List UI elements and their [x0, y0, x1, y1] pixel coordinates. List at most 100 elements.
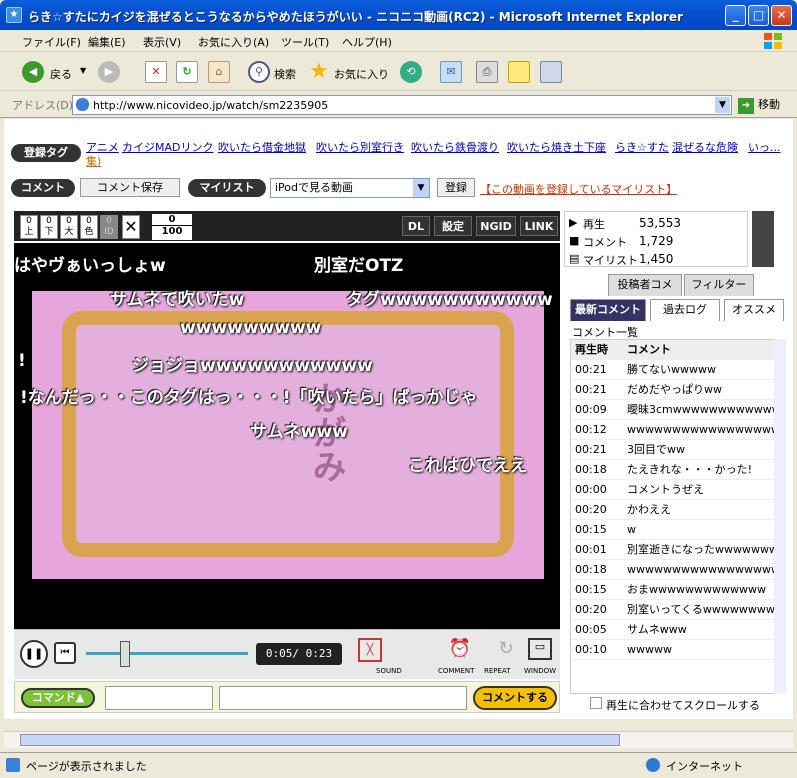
minimize-button[interactable]: _: [725, 5, 746, 26]
menu-edit[interactable]: 編集(E): [88, 34, 126, 50]
address-input[interactable]: http://www.nicovideo.jp/watch/sm2235905 …: [72, 95, 732, 115]
rewind-icon[interactable]: ⏮: [54, 642, 76, 664]
address-bar: アドレス(D) http://www.nicovideo.jp/watch/sm…: [0, 92, 797, 118]
comment-row[interactable]: 00:09 曖昧3cmwwwwwwwwwwwwwww: [571, 400, 779, 420]
comment-time: 00:18: [575, 563, 607, 576]
link-button[interactable]: LINK: [520, 216, 558, 236]
comment-row[interactable]: 00:15 w: [571, 520, 779, 540]
fraction-display: 0 100: [152, 214, 192, 240]
favorites-button-label[interactable]: お気に入り: [334, 66, 389, 82]
position-top-button[interactable]: 0 上: [20, 215, 38, 239]
comment-row[interactable]: 00:21 だめだやっぱりww: [571, 380, 779, 400]
menu-tools[interactable]: ツール(T): [281, 34, 329, 50]
register-button[interactable]: 登録: [437, 178, 475, 197]
comment-input[interactable]: [219, 686, 467, 710]
favorites-star-icon[interactable]: ★: [308, 61, 330, 83]
tag-link[interactable]: カイジMADリンク: [122, 139, 214, 155]
back-dropdown-icon[interactable]: ▼: [80, 66, 86, 75]
comment-label: COMMENT: [438, 667, 475, 675]
tag-link[interactable]: 吹いたら焼き土下座: [507, 139, 606, 155]
comment-toggle-icon[interactable]: ⏰: [446, 638, 474, 662]
horizontal-scrollbar[interactable]: [4, 731, 793, 748]
comment-row[interactable]: 00:20 別室いってくるwwwwwwww: [571, 600, 779, 620]
comment-row[interactable]: 00:21 勝てないwwwww: [571, 360, 779, 380]
repeat-icon[interactable]: ↻: [492, 638, 520, 662]
history-icon[interactable]: ⟲: [400, 61, 422, 83]
address-dropdown-icon[interactable]: ▼: [715, 97, 730, 113]
comment-row[interactable]: 00:10 wwwww: [571, 640, 779, 660]
tab-uploader-comment[interactable]: 投稿者コメ: [608, 274, 682, 296]
tab-recommend[interactable]: オススメ: [724, 299, 784, 321]
scroll-sync-checkbox[interactable]: [590, 697, 602, 709]
research-icon[interactable]: [540, 61, 562, 83]
stop-icon[interactable]: ✕: [145, 61, 167, 83]
note-icon[interactable]: [508, 61, 530, 83]
print-icon[interactable]: ⎙: [476, 61, 498, 83]
color-button[interactable]: 0 色: [80, 215, 98, 239]
size-big-button[interactable]: 0 大: [60, 215, 78, 239]
comment-row[interactable]: 00:21 3回目でww: [571, 440, 779, 460]
tag-link[interactable]: 吹いたら鉄骨渡り: [411, 139, 499, 155]
command-button[interactable]: コマンド▲: [21, 688, 95, 708]
video-area[interactable]: かがみ はやヴぁいっしょw 別室だOTZ サムネで吹いたw タグwwwwwwww…: [14, 243, 560, 629]
comment-row[interactable]: 00:05 サムネwww: [571, 620, 779, 640]
go-button[interactable]: ➜ 移動: [738, 96, 780, 114]
scroll-thumb[interactable]: [20, 734, 620, 746]
window-icon[interactable]: ▭: [528, 638, 552, 660]
pause-icon[interactable]: ❚❚: [20, 640, 48, 668]
search-icon[interactable]: ⚲: [248, 61, 270, 83]
sound-muted-icon[interactable]: ╳: [358, 638, 382, 662]
comment-time: 00:09: [575, 403, 607, 416]
seek-handle[interactable]: [120, 641, 130, 667]
download-button[interactable]: DL: [402, 216, 430, 236]
comment-row[interactable]: 00:00 コメントうぜえ: [571, 480, 779, 500]
submit-comment-button[interactable]: コメントする: [473, 686, 557, 710]
comment-time: 00:01: [575, 543, 607, 556]
back-button-label[interactable]: 戻る: [50, 66, 72, 82]
repeat-label: REPEAT: [484, 667, 511, 675]
ngid-button[interactable]: NGID: [476, 216, 516, 236]
comment-row[interactable]: 00:20 かわええ: [571, 500, 779, 520]
maximize-button[interactable]: □: [748, 5, 769, 26]
settings-button[interactable]: 設定: [434, 216, 472, 236]
tab-past-log[interactable]: 過去ログ: [650, 299, 720, 321]
window-title: らき☆すたにカイジを混ぜるとこうなるからやめたほうがいい - ニコニコ動画(RC…: [28, 10, 683, 24]
menu-view[interactable]: 表示(V): [143, 34, 181, 50]
forward-arrow-icon[interactable]: ▶: [98, 61, 120, 83]
mylist-select[interactable]: iPodで見る動画 ▼: [270, 178, 430, 198]
comment-row[interactable]: 00:18 wwwwwwwwwwwwwwwwwwwww: [571, 560, 779, 580]
menu-favorites[interactable]: お気に入り(A): [198, 34, 269, 50]
menu-help[interactable]: ヘルプ(H): [342, 34, 392, 50]
position-bottom-button[interactable]: 0 下: [40, 215, 58, 239]
home-icon[interactable]: ⌂: [208, 61, 230, 83]
danmaku-comment: wwwwwwwww: [180, 318, 322, 338]
tag-link[interactable]: 吹いたら借金地獄: [218, 139, 306, 155]
clear-icon[interactable]: ✕: [122, 215, 140, 239]
comment-row[interactable]: 00:15 おまwwwwwwwwwwwww: [571, 580, 779, 600]
mail-icon[interactable]: ✉: [440, 61, 462, 83]
save-comment-button[interactable]: コメント保存: [80, 178, 180, 197]
back-arrow-icon[interactable]: ◀: [22, 61, 44, 83]
tag-link[interactable]: いっ...: [748, 139, 781, 155]
id-button[interactable]: 0 ID: [100, 215, 118, 239]
mylist-link[interactable]: 【この動画を登録しているマイリスト】: [480, 181, 677, 197]
comment-text: wwwwwwwwwwwwwwwwwwwww: [627, 563, 779, 576]
close-button[interactable]: ✕: [771, 5, 792, 26]
command-input[interactable]: [105, 686, 213, 710]
tab-filter[interactable]: フィルター: [684, 274, 754, 296]
seek-bar[interactable]: [86, 652, 248, 655]
comment-row[interactable]: 00:01 別室逝きになったwwwwwwww: [571, 540, 779, 560]
tag-link[interactable]: らき☆すた: [615, 139, 669, 155]
tag-more-link[interactable]: 集): [86, 153, 101, 169]
tab-latest-comments[interactable]: 最新コメント: [570, 299, 646, 321]
menu-file[interactable]: ファイル(F): [22, 34, 81, 50]
tag-link[interactable]: 吹いたら別室行き: [316, 139, 404, 155]
comment-row[interactable]: 00:18 たえきれな・・・かった!: [571, 460, 779, 480]
comment-tabs: 最新コメント 過去ログ オススメ: [566, 299, 784, 323]
search-button-label[interactable]: 検索: [274, 66, 296, 82]
comment-row[interactable]: 00:12 wwwwwwwwwwwwwwwwwwwwwww: [571, 420, 779, 440]
comment-list-scrollbar[interactable]: [774, 339, 786, 694]
tag-link[interactable]: 混ぜるな危険: [672, 139, 738, 155]
comment-time: 00:15: [575, 523, 607, 536]
refresh-icon[interactable]: ↻: [176, 61, 198, 83]
